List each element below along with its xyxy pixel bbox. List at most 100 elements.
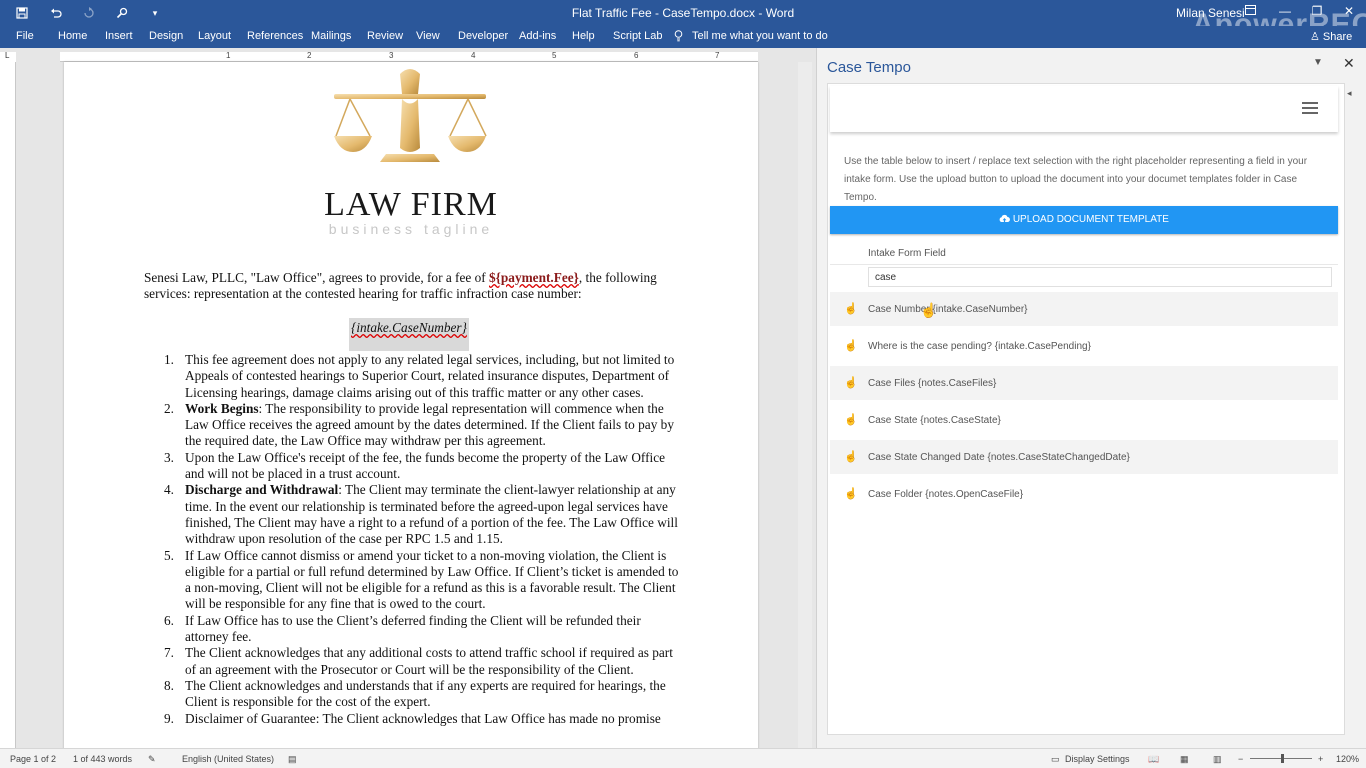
tab-home[interactable]: Home (58, 30, 87, 42)
word-count[interactable]: 1 of 443 words (73, 754, 132, 764)
status-bar: Page 1 of 2 1 of 443 words ✎ English (Un… (0, 748, 1366, 768)
pane-close-icon[interactable]: ✕ (1343, 55, 1355, 72)
intro-text-start: Senesi Law, PLLC, "Law Office", agrees t… (144, 270, 490, 285)
tab-help[interactable]: Help (572, 30, 595, 42)
add-in-frame: Use the table below to insert / replace … (827, 83, 1345, 735)
list-number: 9. (164, 710, 174, 726)
tab-add-ins[interactable]: Add-ins (519, 30, 556, 42)
insert-hand-icon: ☝ (844, 414, 858, 426)
intake-field-header: Intake Form Field (868, 248, 946, 259)
zoom-out-icon[interactable]: − (1238, 754, 1243, 764)
tab-script-lab[interactable]: Script Lab (613, 30, 663, 42)
field-label: Where is the case pending? {intake.CaseP… (868, 341, 1091, 352)
web-layout-icon[interactable]: ▥ (1213, 754, 1222, 765)
tab-mailings[interactable]: Mailings (311, 30, 351, 42)
list-text: The Client acknowledges and understands … (185, 677, 666, 710)
ruler-mark: 5 (552, 51, 557, 60)
field-row-case-folder[interactable]: ☝ Case Folder {notes.OpenCaseFile} (830, 477, 1338, 511)
add-in-header (830, 86, 1338, 132)
list-number: 2. (164, 400, 174, 416)
intro-paragraph: Senesi Law, PLLC, "Law Office", agrees t… (144, 270, 684, 303)
list-number: 7. (164, 645, 174, 661)
scales-of-justice-logo (334, 69, 487, 162)
list-text: This fee agreement does not apply to any… (185, 352, 675, 400)
proofing-icon[interactable]: ✎ (148, 754, 156, 765)
list-heading: Discharge and Withdrawal (185, 482, 339, 498)
macro-icon[interactable]: ▤ (288, 754, 297, 765)
list-text: If Law Office cannot dismiss or amend yo… (185, 547, 679, 612)
insert-hand-icon: ☝ (844, 303, 858, 315)
insert-hand-icon: ☝ (844, 488, 858, 500)
tab-view[interactable]: View (416, 30, 440, 42)
list-number: 3. (164, 449, 174, 465)
display-settings-button[interactable]: Display Settings (1065, 754, 1130, 764)
instructions-text: Use the table below to insert / replace … (844, 156, 1308, 203)
collapse-pane-icon[interactable]: ◂ (1347, 88, 1357, 112)
ruler-mark: 3 (389, 51, 394, 60)
zoom-in-icon[interactable]: + (1318, 754, 1323, 764)
mouse-cursor-icon: ☝ (920, 302, 938, 318)
list-text: The Client acknowledges that any additio… (185, 645, 673, 677)
zoom-level[interactable]: 120% (1336, 754, 1359, 764)
tab-insert[interactable]: Insert (105, 30, 133, 42)
divider (830, 264, 1338, 265)
print-layout-icon[interactable]: ▦ (1180, 754, 1189, 765)
horizontal-ruler[interactable]: 1 2 3 4 5 6 7 (60, 51, 758, 62)
upload-label: UPLOAD DOCUMENT TEMPLATE (1012, 214, 1169, 225)
field-label: Case Files {notes.CaseFiles} (868, 378, 997, 389)
tab-selector[interactable]: L (0, 51, 16, 62)
pane-options-icon[interactable]: ▼ (1313, 57, 1323, 68)
list-heading: Work Begins (185, 400, 259, 416)
page-count[interactable]: Page 1 of 2 (10, 754, 56, 764)
field-label: Case State Changed Date {notes.CaseState… (868, 452, 1130, 463)
tab-stop-icon: L (5, 51, 10, 60)
list-text: If Law Office has to use the Client’s de… (185, 612, 641, 645)
task-pane: Case Tempo ▼ ✕ ◂ Use the table below to … (816, 48, 1366, 748)
field-row-case-files[interactable]: ☝ Case Files {notes.CaseFiles} (830, 366, 1338, 400)
list-item: 4. Discharge and Withdrawal: The Client m… (144, 482, 684, 547)
tab-layout[interactable]: Layout (198, 30, 231, 42)
zoom-slider-thumb[interactable] (1281, 754, 1284, 763)
list-item: 7. The Client acknowledges that any addit… (144, 645, 684, 678)
firm-tagline: business tagline (328, 221, 494, 237)
list-number: 5. (164, 547, 174, 563)
upload-template-button[interactable]: UPLOAD DOCUMENT TEMPLATE (830, 206, 1338, 234)
tab-references[interactable]: References (247, 30, 303, 42)
title-bar: ▾ Flat Traffic Fee - CaseTempo.docx - Wo… (0, 0, 1366, 41)
case-number-placeholder[interactable]: {intake.CaseNumber} (349, 318, 469, 351)
field-row-case-number[interactable]: ☝ Case Number {intake.CaseNumber} (830, 292, 1338, 326)
tab-review[interactable]: Review (367, 30, 403, 42)
ruler-mark: 6 (634, 51, 639, 60)
tab-developer[interactable]: Developer (458, 30, 508, 42)
ribbon-tabs: File Home Insert Design Layout Reference… (0, 26, 1366, 48)
read-mode-icon[interactable]: 📖 (1148, 754, 1159, 765)
firm-name: LAW FIRM (324, 186, 498, 223)
language-indicator[interactable]: English (United States) (182, 754, 274, 764)
tell-me-box[interactable]: Tell me what you want to do (692, 30, 828, 42)
share-button[interactable]: ♙ Share (1310, 30, 1352, 43)
tab-file[interactable]: File (16, 30, 34, 42)
tab-design[interactable]: Design (149, 30, 183, 42)
payment-fee-placeholder: ${payment.Fee} (489, 270, 579, 285)
insert-hand-icon: ☝ (844, 451, 858, 463)
field-search-input[interactable] (868, 267, 1332, 287)
display-settings-icon[interactable]: ▭ (1051, 754, 1060, 765)
field-row-case-pending[interactable]: ☝ Where is the case pending? {intake.Cas… (830, 329, 1338, 363)
ruler-mark: 2 (307, 51, 312, 60)
field-row-case-state[interactable]: ☝ Case State {notes.CaseState} (830, 403, 1338, 437)
list-item: 2. Work Begins: The responsibility to pro… (144, 401, 684, 450)
list-text: Disclaimer of Guarantee: The Client ackn… (185, 710, 661, 726)
list-number: 8. (164, 677, 174, 693)
hamburger-menu-icon[interactable] (1302, 102, 1318, 114)
vertical-ruler (0, 62, 16, 748)
document-scrollbar[interactable] (798, 62, 812, 748)
list-number: 6. (164, 612, 174, 628)
ruler-mark: 1 (226, 51, 231, 60)
list-text: : The responsibility to provide legal re… (185, 400, 674, 449)
list-item: 3. Upon the Law Office's receipt of the f… (144, 450, 684, 483)
document-page[interactable]: LAW FIRM business tagline Senesi Law, PL… (64, 62, 758, 762)
list-number: 4. (164, 482, 174, 498)
lightbulb-icon[interactable] (674, 30, 683, 45)
field-row-case-state-changed[interactable]: ☝ Case State Changed Date {notes.CaseSta… (830, 440, 1338, 474)
list-item: 8. The Client acknowledges and understand… (144, 678, 684, 711)
